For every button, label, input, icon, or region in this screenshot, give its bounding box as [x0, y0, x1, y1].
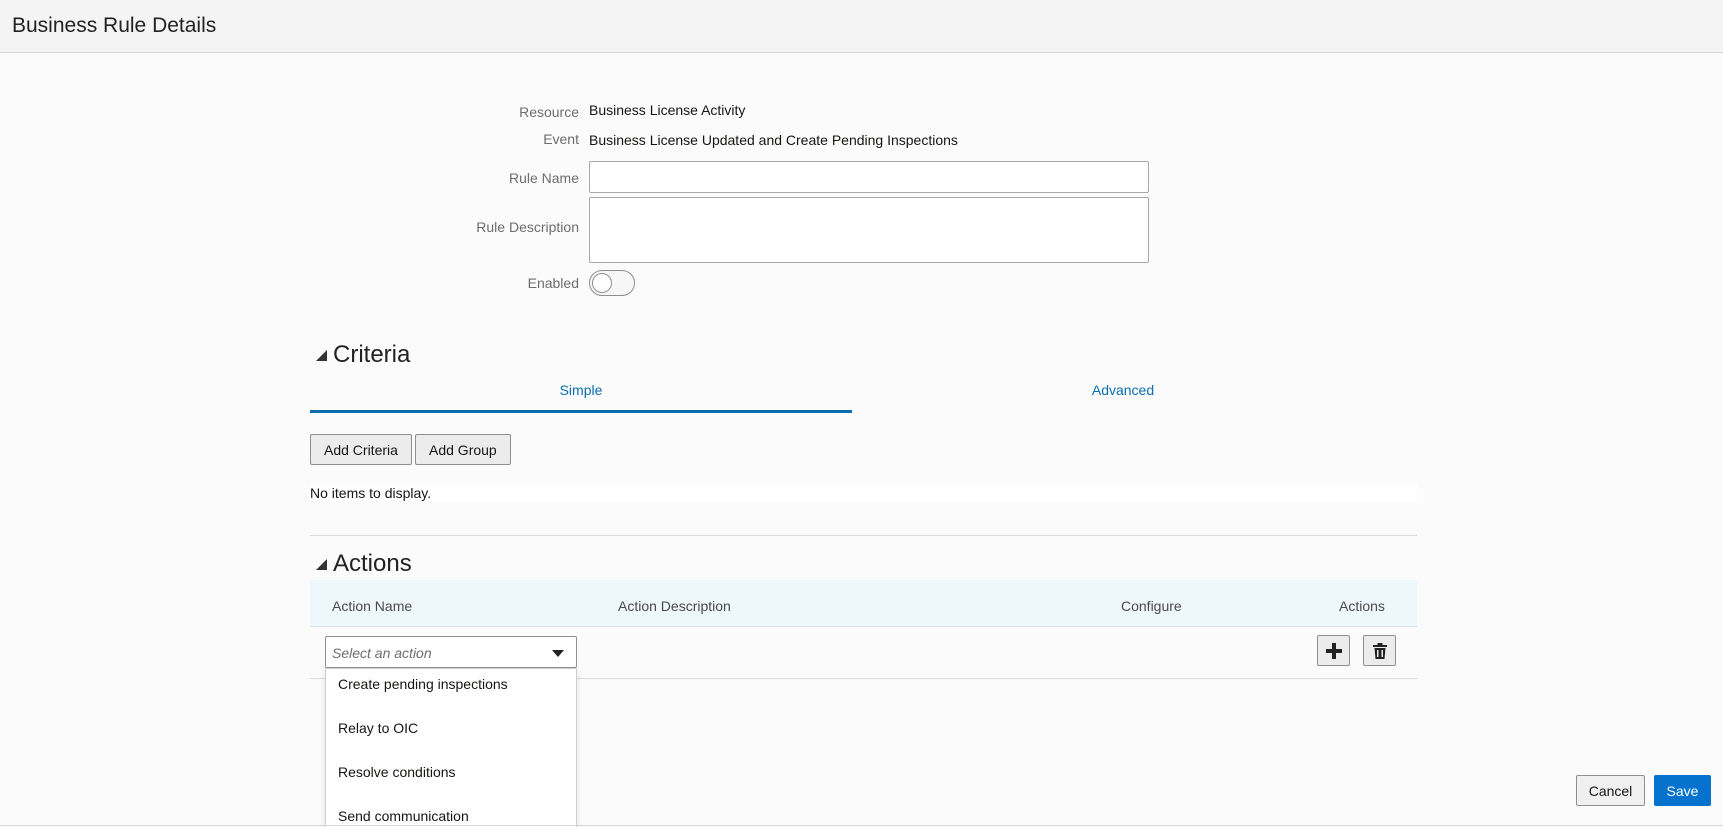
criteria-section-header[interactable]: Criteria [316, 341, 410, 369]
column-header-configure: Configure [1121, 598, 1182, 614]
add-group-button[interactable]: Add Group [415, 434, 511, 465]
criteria-title: Criteria [333, 341, 411, 368]
save-button[interactable]: Save [1654, 775, 1711, 806]
action-select-placeholder: Select an action [332, 645, 432, 661]
action-select[interactable]: Select an action [325, 636, 577, 668]
rule-description-textarea[interactable] [589, 197, 1149, 263]
trash-icon [1372, 642, 1387, 659]
criteria-empty-message: No items to display. [310, 484, 1417, 502]
dropdown-option-send-communication[interactable]: Send communication [338, 808, 469, 824]
rule-description-label: Rule Description [476, 219, 579, 235]
bottom-border [0, 825, 1723, 826]
business-rule-details-page: Business Rule Details Resource Business … [0, 0, 1723, 827]
column-header-action-name: Action Name [332, 598, 413, 614]
dropdown-option-create-pending-inspections[interactable]: Create pending inspections [338, 676, 508, 692]
tab-simple[interactable]: Simple [310, 382, 852, 413]
chevron-down-icon [552, 650, 564, 657]
page-title: Business Rule Details [12, 14, 217, 37]
cancel-button[interactable]: Cancel [1576, 775, 1645, 806]
collapse-triangle-icon [316, 558, 327, 570]
event-label: Event [543, 131, 579, 147]
page-header: Business Rule Details [0, 0, 1723, 53]
resource-label: Resource [519, 104, 579, 120]
event-value: Business License Updated and Create Pend… [589, 132, 958, 148]
tab-advanced[interactable]: Advanced [852, 382, 1394, 413]
enabled-toggle[interactable] [589, 270, 635, 296]
section-divider [310, 535, 1417, 536]
add-action-button[interactable] [1317, 635, 1350, 666]
collapse-triangle-icon [316, 349, 327, 361]
add-criteria-button[interactable]: Add Criteria [310, 434, 412, 465]
plus-icon [1325, 642, 1342, 659]
dropdown-option-relay-to-oic[interactable]: Relay to OIC [338, 720, 418, 736]
actions-table-header: Action Name Action Description Configure… [310, 580, 1417, 627]
resource-value: Business License Activity [589, 102, 746, 118]
rule-name-input[interactable] [589, 161, 1149, 193]
delete-action-button[interactable] [1363, 635, 1396, 666]
column-header-actions: Actions [1339, 598, 1385, 614]
column-header-action-description: Action Description [618, 598, 731, 614]
actions-section-header[interactable]: Actions [316, 550, 412, 578]
dropdown-option-resolve-conditions[interactable]: Resolve conditions [338, 764, 456, 780]
action-dropdown-list: Create pending inspections Relay to OIC … [325, 668, 577, 827]
toggle-knob [592, 273, 612, 293]
actions-title: Actions [333, 550, 412, 577]
rule-name-label: Rule Name [508, 170, 579, 186]
enabled-label: Enabled [527, 275, 579, 291]
